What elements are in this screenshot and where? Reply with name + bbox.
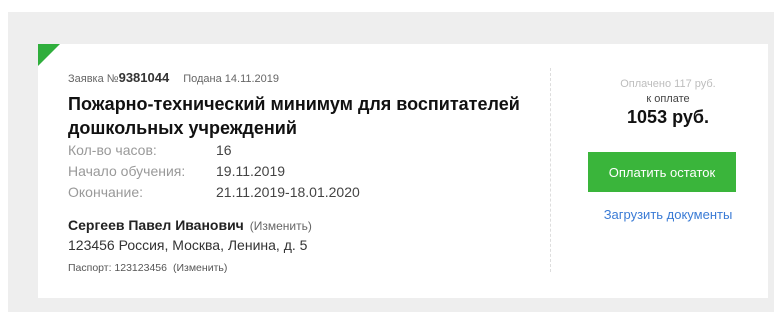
change-person-link[interactable]: (Изменить) [250, 219, 312, 233]
detail-label: Начало обучения: [68, 163, 186, 179]
course-title: Пожарно-технический минимум для воспитат… [68, 94, 520, 138]
detail-row-start: Начало обучения: 19.11.2019 [68, 161, 360, 182]
change-passport-link[interactable]: (Изменить) [173, 262, 227, 274]
detail-label: Окончание: [68, 184, 143, 200]
passport-number: Паспорт: 123123456 [68, 262, 167, 274]
paid-amount: Оплачено 117 руб. [620, 78, 716, 90]
detail-value: 21.11.2019-18.01.2020 [216, 184, 360, 200]
payment-section: Оплачено 117 руб. к оплате 1053 руб. Опл… [568, 44, 768, 298]
order-card: Заявка №9381044 Подана 14.11.2019 Пожарно… [38, 44, 768, 298]
submitted-date: Подана 14.11.2019 [183, 73, 280, 85]
detail-value: 19.11.2019 [216, 163, 286, 179]
order-label: Заявка № [68, 73, 119, 85]
detail-row-hours: Кол-во часов: 16 [68, 140, 360, 161]
order-meta: Заявка №9381044 Подана 14.11.2019 [68, 70, 279, 85]
detail-row-end: Окончание: 21.11.2019-18.01.2020 [68, 182, 360, 203]
detail-value: 16 [216, 142, 232, 158]
passport-info: Паспорт: 123123456 (Изменить) [68, 262, 227, 274]
course-details: Кол-во часов: 16 Начало обучения: 19.11.20… [68, 140, 360, 203]
page-background: Заявка №9381044 Подана 14.11.2019 Пожарно… [8, 12, 774, 312]
pay-remaining-button[interactable]: Оплатить остаток [588, 152, 736, 192]
student-name: Сергеев Павел Иванович [68, 217, 244, 233]
upload-documents-link[interactable]: Загрузить документы [568, 207, 768, 222]
detail-label: Кол-во часов: [68, 142, 157, 158]
order-info-section: Заявка №9381044 Подана 14.11.2019 Пожарно… [68, 44, 548, 298]
due-amount: 1053 руб. [627, 107, 709, 127]
section-divider [550, 68, 551, 272]
student-info: Сергеев Павел Иванович (Изменить) 123456… [68, 216, 312, 255]
student-address: 123456 Россия, Москва, Ленина, д. 5 [68, 237, 308, 253]
order-number: 9381044 [118, 70, 170, 85]
status-corner-marker [38, 44, 60, 66]
due-label: к оплате [646, 93, 690, 105]
